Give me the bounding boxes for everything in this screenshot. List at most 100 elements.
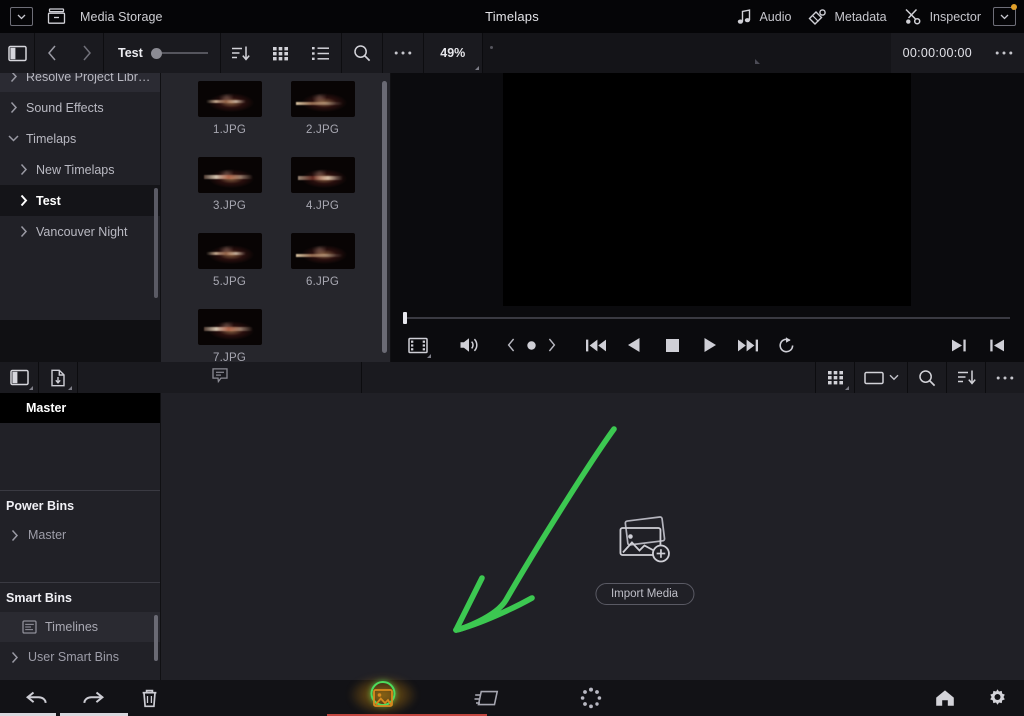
notification-dot <box>1011 4 1017 10</box>
tree-item-vancouver-night[interactable]: Vancouver Night <box>0 216 160 247</box>
settings-button[interactable] <box>980 680 1014 716</box>
sort-button[interactable] <box>221 33 261 73</box>
media-page-button[interactable] <box>355 680 411 716</box>
thumbnail-image[interactable] <box>197 309 262 345</box>
panel-dropdown-button[interactable] <box>993 4 1017 26</box>
viewer-scrubber[interactable] <box>391 308 1024 328</box>
scrubber-track[interactable] <box>405 317 1010 319</box>
keyframe-dot-icon <box>526 340 536 350</box>
power-bin-item-master[interactable]: Master <box>0 520 160 550</box>
list-view-button[interactable] <box>301 33 341 73</box>
timeline-view-button[interactable] <box>399 328 437 362</box>
thumbnail-item[interactable]: 7.JPG <box>183 309 276 362</box>
chevron-right-icon[interactable] <box>0 73 26 92</box>
tree-item-resolve-project-libra[interactable]: Resolve Project Libra... <box>0 73 160 92</box>
tree-item-new-timelaps[interactable]: New Timelaps <box>0 154 160 185</box>
thumbnail-image[interactable] <box>197 157 262 193</box>
color-page-icon <box>580 687 602 709</box>
viewer-zoom-button[interactable]: 49% <box>423 33 482 73</box>
media-pool[interactable]: Import Media <box>161 393 1024 680</box>
next-keyframe-button[interactable] <box>541 328 561 362</box>
pool-sort-button[interactable] <box>947 362 985 393</box>
search-button[interactable] <box>342 33 382 73</box>
undo-button[interactable] <box>12 680 62 716</box>
thumbnail-item[interactable]: 5.JPG <box>183 233 276 288</box>
metadata-panel-button[interactable]: Metadata <box>803 6 891 28</box>
tag-bubble-button[interactable] <box>211 366 229 389</box>
delete-button[interactable] <box>124 680 174 716</box>
pool-more-options-button[interactable] <box>986 362 1024 393</box>
pool-search-button[interactable] <box>908 362 946 393</box>
smart-bin-item-user-smart-bins[interactable]: User Smart Bins <box>0 642 160 672</box>
smart-bin-item-timelines[interactable]: Timelines <box>0 612 160 642</box>
slider-knob[interactable] <box>150 47 162 59</box>
thumbnail-image[interactable] <box>290 233 355 269</box>
media-storage-thumbnail-grid[interactable]: 1.JPG 2.JPG 3.JPG 4.JPG 5.JPG 6.JPG 7.JPG <box>161 73 390 362</box>
viewer-more-options-button[interactable] <box>984 33 1024 73</box>
jump-to-end-button[interactable] <box>729 328 767 362</box>
thumbnail-item[interactable]: 1.JPG <box>183 81 276 136</box>
bin-item-master[interactable]: Master <box>0 393 160 423</box>
window-dropdown-button[interactable] <box>10 7 33 26</box>
pool-grid-view-button[interactable] <box>816 362 854 393</box>
chevron-right-icon[interactable] <box>10 154 36 185</box>
bins-scrollbar[interactable] <box>154 615 158 661</box>
sidebar-toggle-button[interactable] <box>0 33 34 73</box>
chevron-right-icon[interactable] <box>0 651 28 664</box>
thumbnail-image[interactable] <box>197 233 262 269</box>
media-storage-icon[interactable] <box>47 8 66 25</box>
tree-item-sound-effects[interactable]: Sound Effects <box>0 92 160 123</box>
thumbnail-image[interactable] <box>197 81 262 117</box>
color-page-button[interactable] <box>563 680 619 716</box>
viewer-jog-strip[interactable] <box>481 33 891 73</box>
slider-track[interactable] <box>161 52 208 54</box>
thumbnail-size-slider[interactable] <box>150 47 220 59</box>
add-keyframe-button[interactable] <box>521 328 541 362</box>
redo-button[interactable] <box>68 680 118 716</box>
grid-scrollbar[interactable] <box>382 81 387 353</box>
volume-button[interactable] <box>451 328 489 362</box>
home-button[interactable] <box>928 680 962 716</box>
media-more-options-button[interactable] <box>383 33 423 73</box>
media-storage-label[interactable]: Media Storage <box>80 10 163 24</box>
thumbnail-item[interactable]: 4.JPG <box>276 157 369 212</box>
chevron-right-icon[interactable] <box>0 92 26 123</box>
chevron-right-icon[interactable] <box>10 185 36 216</box>
tree-item-label: Sound Effects <box>26 100 104 115</box>
tree-item-timelaps[interactable]: Timelaps <box>0 123 160 154</box>
play-reverse-button[interactable] <box>615 328 653 362</box>
playhead[interactable] <box>403 312 407 324</box>
chevron-down-icon[interactable] <box>0 123 26 154</box>
thumbnail-item[interactable]: 3.JPG <box>183 157 276 212</box>
loop-button[interactable] <box>767 328 805 362</box>
tree-scrollbar[interactable] <box>154 188 158 298</box>
viewer-timecode[interactable]: 00:00:00:00 <box>891 46 984 60</box>
prev-keyframe-button[interactable] <box>501 328 521 362</box>
chevron-right-icon[interactable] <box>0 529 28 542</box>
thumbnail-image[interactable] <box>290 157 355 193</box>
thumbnail-item[interactable]: 6.JPG <box>276 233 369 288</box>
stop-button[interactable] <box>653 328 691 362</box>
cut-page-button[interactable] <box>459 680 515 716</box>
import-file-button[interactable] <box>39 362 77 393</box>
inspector-panel-button[interactable]: Inspector <box>899 5 986 28</box>
media-storage-tree[interactable]: Resolve Project Libra... Sound Effects Tim… <box>0 73 160 362</box>
chevron-right-icon[interactable] <box>10 216 36 247</box>
mark-out-button[interactable] <box>940 328 978 362</box>
play-button[interactable] <box>691 328 729 362</box>
bins-panel[interactable]: Master Power Bins Master Smart Bins Time… <box>0 393 160 680</box>
thumbnail-item[interactable]: 2.JPG <box>276 81 369 136</box>
audio-panel-button[interactable]: Audio <box>732 6 796 28</box>
mark-in-button[interactable] <box>978 328 1016 362</box>
import-media-button[interactable]: Import Media <box>594 583 695 605</box>
jump-to-start-button[interactable] <box>577 328 615 362</box>
tree-item-test[interactable]: Test <box>0 185 160 216</box>
grid-view-button[interactable] <box>261 33 301 73</box>
view-mode-dropdown[interactable] <box>855 362 907 393</box>
trash-icon <box>142 689 156 707</box>
viewer-canvas[interactable] <box>503 73 911 306</box>
pool-sidebar-toggle-button[interactable] <box>0 362 38 393</box>
thumbnail-image[interactable] <box>290 81 355 117</box>
forward-button[interactable] <box>69 33 103 73</box>
back-button[interactable] <box>35 33 69 73</box>
